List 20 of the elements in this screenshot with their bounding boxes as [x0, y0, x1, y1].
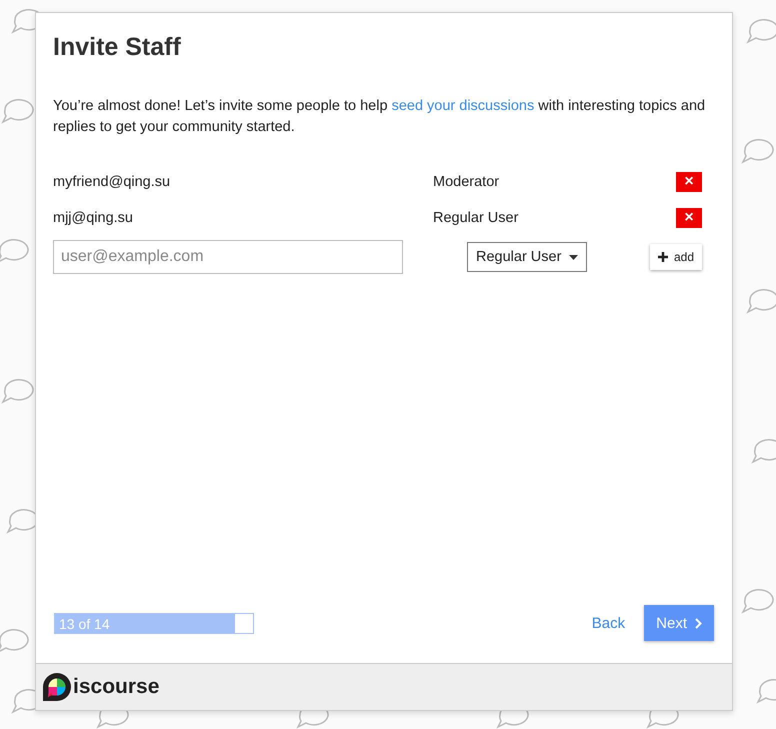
invite-role: Moderator [433, 174, 500, 190]
email-input[interactable]: user@example.com [53, 240, 403, 274]
invite-role: Regular User [433, 210, 520, 226]
role-select[interactable]: Regular User [467, 242, 588, 272]
next-button[interactable]: Next [644, 605, 714, 641]
logo-text: iscourse [73, 675, 160, 699]
invite-email: myfriend@qing.su [53, 174, 172, 190]
intro-text: You’re almost done! Let’s invite some people to help seed your discussions with interesting topics and replies to get your community started. [53, 97, 706, 137]
plus-icon [658, 252, 668, 262]
caret-icon [569, 254, 578, 260]
chevron-right-icon [695, 618, 702, 628]
remove-button[interactable]: × [676, 208, 702, 228]
page-title: Invite Staff [53, 33, 182, 62]
seed-discussions-link[interactable]: seed your discussions [392, 98, 534, 114]
progress-label: 13 of 14 [59, 616, 110, 632]
logo-icon [42, 672, 72, 702]
invite-email: mjj@qing.su [53, 210, 134, 226]
back-link[interactable]: Back [592, 614, 626, 632]
add-button[interactable]: add [650, 244, 702, 270]
remove-button[interactable]: × [676, 172, 702, 192]
